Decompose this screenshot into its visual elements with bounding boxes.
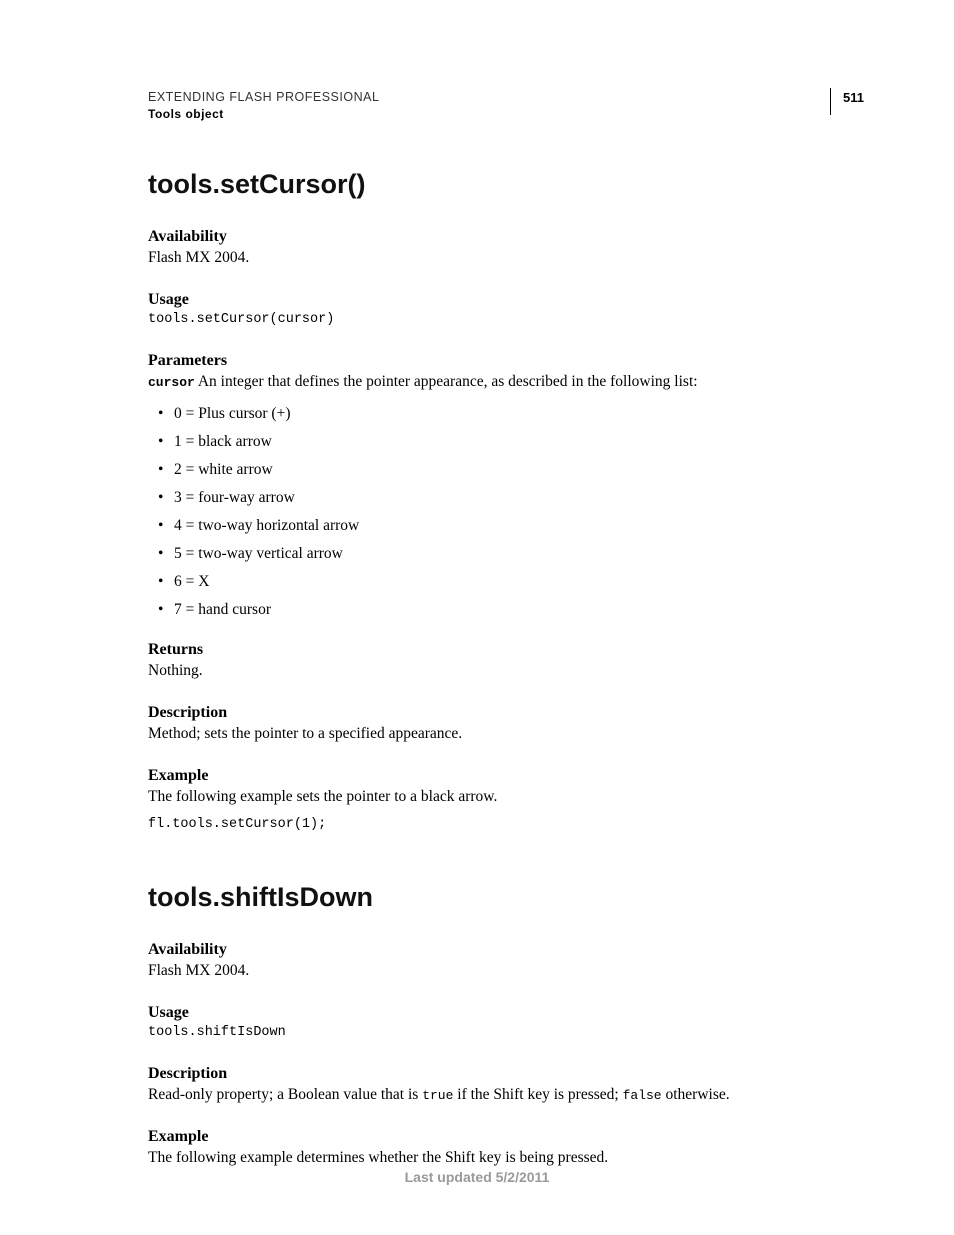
section-shiftisdown: tools.shiftIsDown Availability Flash MX … xyxy=(148,882,864,1169)
availability-text: Flash MX 2004. xyxy=(148,961,864,982)
returns-block: Returns Nothing. xyxy=(148,641,864,682)
availability-text: Flash MX 2004. xyxy=(148,248,864,269)
usage-block-2: Usage tools.shiftIsDown xyxy=(148,1004,864,1043)
description-label: Description xyxy=(148,1065,864,1083)
usage-label: Usage xyxy=(148,291,864,309)
usage-code: tools.setCursor(cursor) xyxy=(148,311,864,330)
param-desc: An integer that defines the pointer appe… xyxy=(198,373,698,390)
list-item: 5 = two-way vertical arrow xyxy=(148,545,864,563)
doc-subtitle: Tools object xyxy=(148,107,379,121)
description-text: Read-only property; a Boolean value that… xyxy=(148,1085,864,1106)
example-text: The following example sets the pointer t… xyxy=(148,787,864,808)
usage-block-1: Usage tools.setCursor(cursor) xyxy=(148,291,864,330)
list-item: 3 = four-way arrow xyxy=(148,489,864,507)
page-number-wrap: 511 xyxy=(830,88,864,115)
description-text: Method; sets the pointer to a specified … xyxy=(148,724,864,745)
usage-code: tools.shiftIsDown xyxy=(148,1024,864,1043)
page-header: EXTENDING FLASH PROFESSIONAL Tools objec… xyxy=(148,90,864,121)
section-heading-setcursor: tools.setCursor() xyxy=(148,169,864,200)
footer-updated: Last updated 5/2/2011 xyxy=(0,1169,954,1185)
doc-title: EXTENDING FLASH PROFESSIONAL xyxy=(148,90,379,104)
example-block-2: Example The following example determines… xyxy=(148,1128,864,1169)
desc-text: otherwise. xyxy=(662,1086,730,1103)
availability-label: Availability xyxy=(148,228,864,246)
desc-text: if the Shift key is pressed; xyxy=(453,1086,622,1103)
param-name: cursor xyxy=(148,375,195,390)
parameters-label: Parameters xyxy=(148,352,864,370)
list-item: 2 = white arrow xyxy=(148,461,864,479)
example-text: The following example determines whether… xyxy=(148,1148,864,1169)
desc-code: true xyxy=(422,1088,453,1103)
parameter-line: cursor An integer that defines the point… xyxy=(148,372,864,393)
example-label: Example xyxy=(148,767,864,785)
description-block-1: Description Method; sets the pointer to … xyxy=(148,704,864,745)
page: EXTENDING FLASH PROFESSIONAL Tools objec… xyxy=(0,0,954,1235)
list-item: 6 = X xyxy=(148,573,864,591)
description-block-2: Description Read-only property; a Boolea… xyxy=(148,1065,864,1106)
section-heading-shiftisdown: tools.shiftIsDown xyxy=(148,882,864,913)
description-label: Description xyxy=(148,704,864,722)
availability-block-2: Availability Flash MX 2004. xyxy=(148,941,864,982)
returns-text: Nothing. xyxy=(148,661,864,682)
example-code: fl.tools.setCursor(1); xyxy=(148,816,864,835)
desc-code: false xyxy=(623,1088,662,1103)
availability-label: Availability xyxy=(148,941,864,959)
header-left: EXTENDING FLASH PROFESSIONAL Tools objec… xyxy=(148,90,379,121)
parameter-list: 0 = Plus cursor (+) 1 = black arrow 2 = … xyxy=(148,405,864,619)
availability-block-1: Availability Flash MX 2004. xyxy=(148,228,864,269)
example-label: Example xyxy=(148,1128,864,1146)
list-item: 1 = black arrow xyxy=(148,433,864,451)
example-block-1: Example The following example sets the p… xyxy=(148,767,864,835)
desc-text: Read-only property; a Boolean value that… xyxy=(148,1086,422,1103)
list-item: 4 = two-way horizontal arrow xyxy=(148,517,864,535)
page-number: 511 xyxy=(843,90,864,105)
parameters-block: Parameters cursor An integer that define… xyxy=(148,352,864,619)
usage-label: Usage xyxy=(148,1004,864,1022)
returns-label: Returns xyxy=(148,641,864,659)
list-item: 7 = hand cursor xyxy=(148,601,864,619)
list-item: 0 = Plus cursor (+) xyxy=(148,405,864,423)
